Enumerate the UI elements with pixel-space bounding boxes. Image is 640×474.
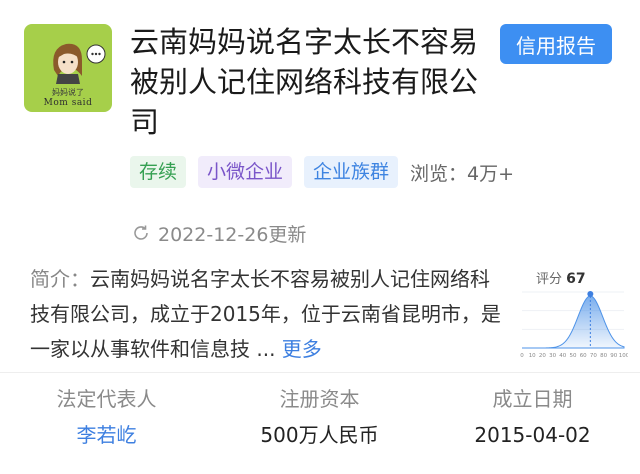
registered-capital: 注册资本 500万人民币 bbox=[213, 384, 426, 452]
establishment-date: 成立日期 2015-04-02 bbox=[426, 384, 639, 452]
legal-representative: 法定代表人 李若屹 bbox=[0, 384, 213, 452]
distribution-area bbox=[522, 295, 625, 349]
establishment-date-label: 成立日期 bbox=[492, 387, 573, 411]
score-title: 评分 bbox=[536, 272, 563, 287]
registered-capital-label: 注册资本 bbox=[279, 387, 360, 411]
company-logo: 妈妈说了 Mom said bbox=[24, 24, 112, 112]
legal-representative-link[interactable]: 李若屹 bbox=[0, 418, 213, 452]
company-name: 云南妈妈说名字太长不容易被别人记住网络科技有限公司 bbox=[130, 25, 479, 139]
update-date: 2022-12-26更新 bbox=[158, 223, 307, 246]
tag-row: 存续 小微企业 企业族群 浏览：4万+ bbox=[130, 156, 514, 188]
divider bbox=[0, 372, 640, 373]
score-label: 评分 67 bbox=[536, 268, 586, 287]
company-intro: 简介：云南妈妈说名字太长不容易被别人记住网络科技有限公司，成立于2015年，位于… bbox=[30, 262, 505, 367]
refresh-icon bbox=[134, 225, 148, 240]
score-value: 67 bbox=[566, 271, 586, 287]
logo-caption-en: Mom said bbox=[43, 98, 93, 108]
x-tick-label: 80 bbox=[600, 353, 607, 359]
enterprise-size-tag[interactable]: 小微企业 bbox=[198, 156, 293, 188]
legal-representative-label: 法定代表人 bbox=[56, 387, 157, 411]
x-tick-label: 40 bbox=[559, 353, 566, 359]
intro-more-link[interactable]: 更多 bbox=[282, 337, 322, 361]
x-tick-label: 10 bbox=[529, 353, 536, 359]
logo-caption-cn: 妈妈说了 bbox=[52, 88, 84, 97]
status-tag[interactable]: 存续 bbox=[130, 156, 187, 188]
x-tick-label: 0 bbox=[520, 353, 524, 359]
x-tick-label: 90 bbox=[610, 353, 617, 359]
x-tick-label: 30 bbox=[549, 353, 556, 359]
update-info: 2022-12-26更新 bbox=[132, 218, 306, 248]
view-count: 浏览：4万+ bbox=[410, 162, 515, 185]
intro-label: 简介： bbox=[30, 267, 90, 291]
score-distribution-chart[interactable]: 0 10 20 30 40 50 60 70 80 90 100 bbox=[516, 286, 628, 360]
x-tick-label: 60 bbox=[580, 353, 587, 359]
intro-ellipsis: ... bbox=[256, 337, 276, 361]
score-marker-dot bbox=[587, 291, 594, 297]
x-tick-label: 70 bbox=[590, 353, 597, 359]
x-tick-label: 100 bbox=[619, 353, 628, 359]
enterprise-group-tag[interactable]: 企业族群 bbox=[304, 156, 399, 188]
establishment-date-value: 2015-04-02 bbox=[474, 423, 591, 447]
x-tick-label: 50 bbox=[570, 353, 577, 359]
x-tick-label: 20 bbox=[539, 353, 546, 359]
credit-report-button[interactable]: 信用报告 bbox=[500, 24, 612, 64]
registered-capital-value: 500万人民币 bbox=[260, 423, 379, 447]
